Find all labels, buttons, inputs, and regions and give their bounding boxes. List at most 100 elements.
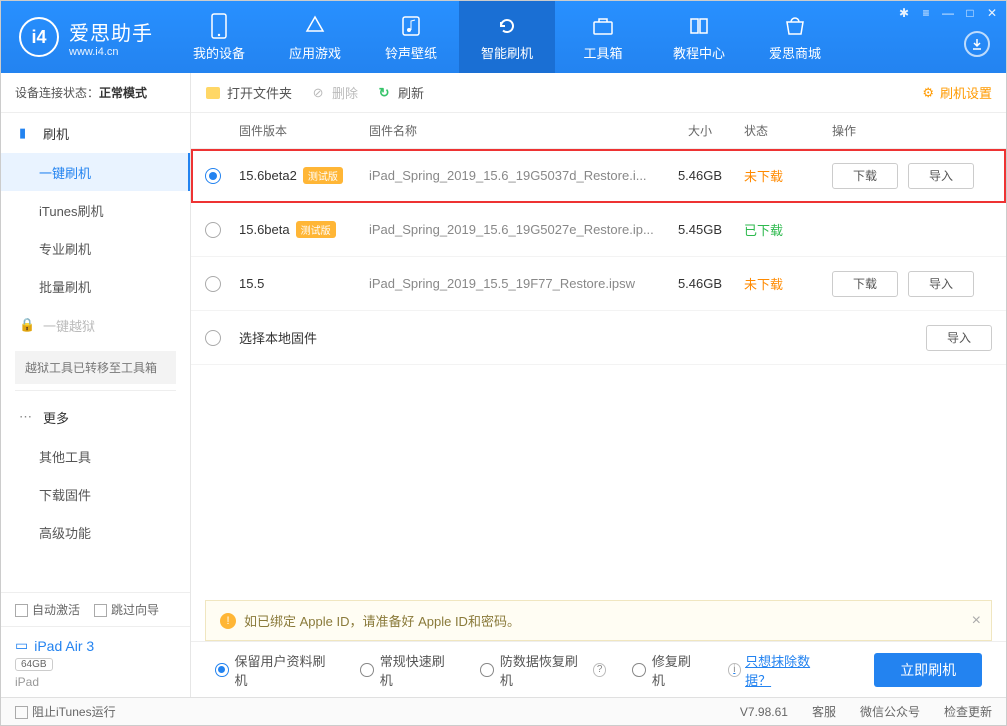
warning-icon: !	[220, 613, 236, 629]
col-action: 操作	[832, 122, 992, 139]
tab-toolbox[interactable]: 工具箱	[555, 1, 651, 73]
wechat-link[interactable]: 微信公众号	[860, 703, 920, 720]
device-type: iPad	[15, 675, 176, 689]
opt-keep-data[interactable]: 保留用户资料刷机	[215, 651, 334, 689]
version-label: V7.98.61	[740, 705, 788, 719]
download-button[interactable]: 下载	[832, 163, 898, 189]
status-bar: 阻止iTunes运行 V7.98.61 客服 微信公众号 检查更新	[1, 697, 1006, 725]
import-button[interactable]: 导入	[908, 163, 974, 189]
app-header: i4 爱思助手 www.i4.cn 我的设备 应用游戏 铃声壁纸 智能刷机 工具…	[1, 1, 1006, 73]
menu-icon[interactable]: ≡	[918, 5, 934, 21]
device-name[interactable]: ▭ iPad Air 3	[15, 637, 176, 654]
row-radio[interactable]	[205, 168, 221, 184]
row-radio[interactable]	[205, 276, 221, 292]
gear-icon: ⚙	[922, 85, 934, 101]
tab-store[interactable]: 爱思商城	[747, 1, 843, 73]
opt-repair[interactable]: 修复刷机	[632, 651, 701, 689]
sidebar-nav: ▮ 刷机 一键刷机 iTunes刷机 专业刷机 批量刷机 🔒 一键越狱 越狱工具…	[1, 113, 190, 592]
firmware-row[interactable]: 15.5 iPad_Spring_2019_15.5_19F77_Restore…	[191, 257, 1006, 311]
flash-options: 保留用户资料刷机 常规快速刷机 防数据恢复刷机? 修复刷机 i只想抹除数据？ 立…	[191, 641, 1006, 697]
device-info: ▭ iPad Air 3 64GB iPad	[1, 626, 190, 697]
flash-now-button[interactable]: 立即刷机	[874, 653, 982, 687]
auto-activate-checkbox[interactable]: 自动激活	[15, 601, 80, 618]
sidebar-more-head[interactable]: ⋯ 更多	[1, 397, 190, 437]
skin-icon[interactable]: ✱	[896, 5, 912, 21]
storage-badge: 64GB	[15, 658, 53, 671]
opt-quick[interactable]: 常规快速刷机	[360, 651, 454, 689]
local-firmware-row[interactable]: 选择本地固件 导入	[191, 311, 1006, 365]
lock-icon: 🔒	[19, 317, 35, 333]
col-name: 固件名称	[369, 122, 656, 139]
status-badge: 未下载	[744, 274, 832, 293]
folder-icon	[205, 85, 221, 101]
beta-badge: 测试版	[303, 167, 343, 184]
window-controls: ✱ ≡ — □ ✕	[896, 5, 1000, 21]
tab-tutorials[interactable]: 教程中心	[651, 1, 747, 73]
store-icon	[782, 13, 808, 39]
logo-text: 爱思助手 www.i4.cn	[69, 17, 153, 58]
row-radio[interactable]	[205, 330, 221, 346]
sidebar: 设备连接状态：正常模式 ▮ 刷机 一键刷机 iTunes刷机 专业刷机 批量刷机…	[1, 73, 191, 697]
refresh-icon: ↻	[376, 85, 392, 101]
apps-icon	[302, 13, 328, 39]
help-icon[interactable]: ?	[593, 663, 606, 677]
more-icon: ⋯	[19, 409, 35, 425]
flash-settings-button[interactable]: ⚙刷机设置	[922, 83, 992, 102]
check-update-link[interactable]: 检查更新	[944, 703, 992, 720]
status-badge: 未下载	[744, 166, 832, 185]
download-manager-icon[interactable]	[964, 31, 990, 57]
col-status: 状态	[744, 122, 832, 139]
tablet-icon: ▭	[15, 637, 28, 654]
appleid-notice: ! 如已绑定 Apple ID，请准备好 Apple ID和密码。 ×	[205, 600, 992, 641]
opt-recover[interactable]: 防数据恢复刷机?	[480, 651, 606, 689]
app-name: 爱思助手	[69, 17, 153, 46]
sidebar-item-advanced[interactable]: 高级功能	[1, 513, 190, 551]
support-link[interactable]: 客服	[812, 703, 836, 720]
app-url: www.i4.cn	[69, 46, 153, 58]
col-size: 大小	[656, 122, 744, 139]
tab-my-device[interactable]: 我的设备	[171, 1, 267, 73]
sidebar-flash-head[interactable]: ▮ 刷机	[1, 113, 190, 153]
info-icon: i	[728, 663, 742, 677]
radio-icon	[632, 663, 645, 677]
top-tabs: 我的设备 应用游戏 铃声壁纸 智能刷机 工具箱 教程中心 爱思商城	[171, 1, 843, 73]
content-area: 打开文件夹 ⊘删除 ↻刷新 ⚙刷机设置 固件版本 固件名称 大小 状态 操作 1…	[191, 73, 1006, 697]
skip-guide-checkbox[interactable]: 跳过向导	[94, 601, 159, 618]
firmware-row[interactable]: 15.6beta测试版 iPad_Spring_2019_15.6_19G502…	[191, 203, 1006, 257]
sidebar-item-download-fw[interactable]: 下载固件	[1, 475, 190, 513]
delete-button[interactable]: ⊘删除	[310, 83, 358, 102]
minimize-icon[interactable]: —	[940, 5, 956, 21]
beta-badge: 测试版	[296, 221, 336, 238]
close-icon[interactable]: ✕	[984, 5, 1000, 21]
refresh-button[interactable]: ↻刷新	[376, 83, 424, 102]
table-header: 固件版本 固件名称 大小 状态 操作	[191, 113, 1006, 149]
book-icon	[686, 13, 712, 39]
firmware-row[interactable]: 15.6beta2测试版 iPad_Spring_2019_15.6_19G50…	[191, 149, 1006, 203]
sidebar-item-pro[interactable]: 专业刷机	[1, 229, 190, 267]
logo-area: i4 爱思助手 www.i4.cn	[1, 17, 171, 58]
import-button[interactable]: 导入	[926, 325, 992, 351]
logo-icon: i4	[19, 17, 59, 57]
sidebar-item-batch[interactable]: 批量刷机	[1, 267, 190, 305]
radio-icon	[360, 663, 374, 677]
main-area: 设备连接状态：正常模式 ▮ 刷机 一键刷机 iTunes刷机 专业刷机 批量刷机…	[1, 73, 1006, 697]
radio-icon	[215, 663, 229, 677]
tab-smart-flash[interactable]: 智能刷机	[459, 1, 555, 73]
device-icon	[206, 13, 232, 39]
tab-apps[interactable]: 应用游戏	[267, 1, 363, 73]
sidebar-item-oneclick[interactable]: 一键刷机	[1, 153, 190, 191]
toolbox-icon	[590, 13, 616, 39]
sidebar-item-other-tools[interactable]: 其他工具	[1, 437, 190, 475]
block-itunes-checkbox[interactable]: 阻止iTunes运行	[15, 703, 116, 720]
row-radio[interactable]	[205, 222, 221, 238]
close-notice-icon[interactable]: ×	[972, 612, 981, 630]
refresh-icon	[494, 13, 520, 39]
maximize-icon[interactable]: □	[962, 5, 978, 21]
erase-data-link[interactable]: i只想抹除数据？	[728, 651, 833, 689]
tab-ringtones[interactable]: 铃声壁纸	[363, 1, 459, 73]
sidebar-item-itunes[interactable]: iTunes刷机	[1, 191, 190, 229]
import-button[interactable]: 导入	[908, 271, 974, 297]
open-folder-button[interactable]: 打开文件夹	[205, 83, 292, 102]
col-version: 固件版本	[239, 122, 369, 139]
download-button[interactable]: 下载	[832, 271, 898, 297]
